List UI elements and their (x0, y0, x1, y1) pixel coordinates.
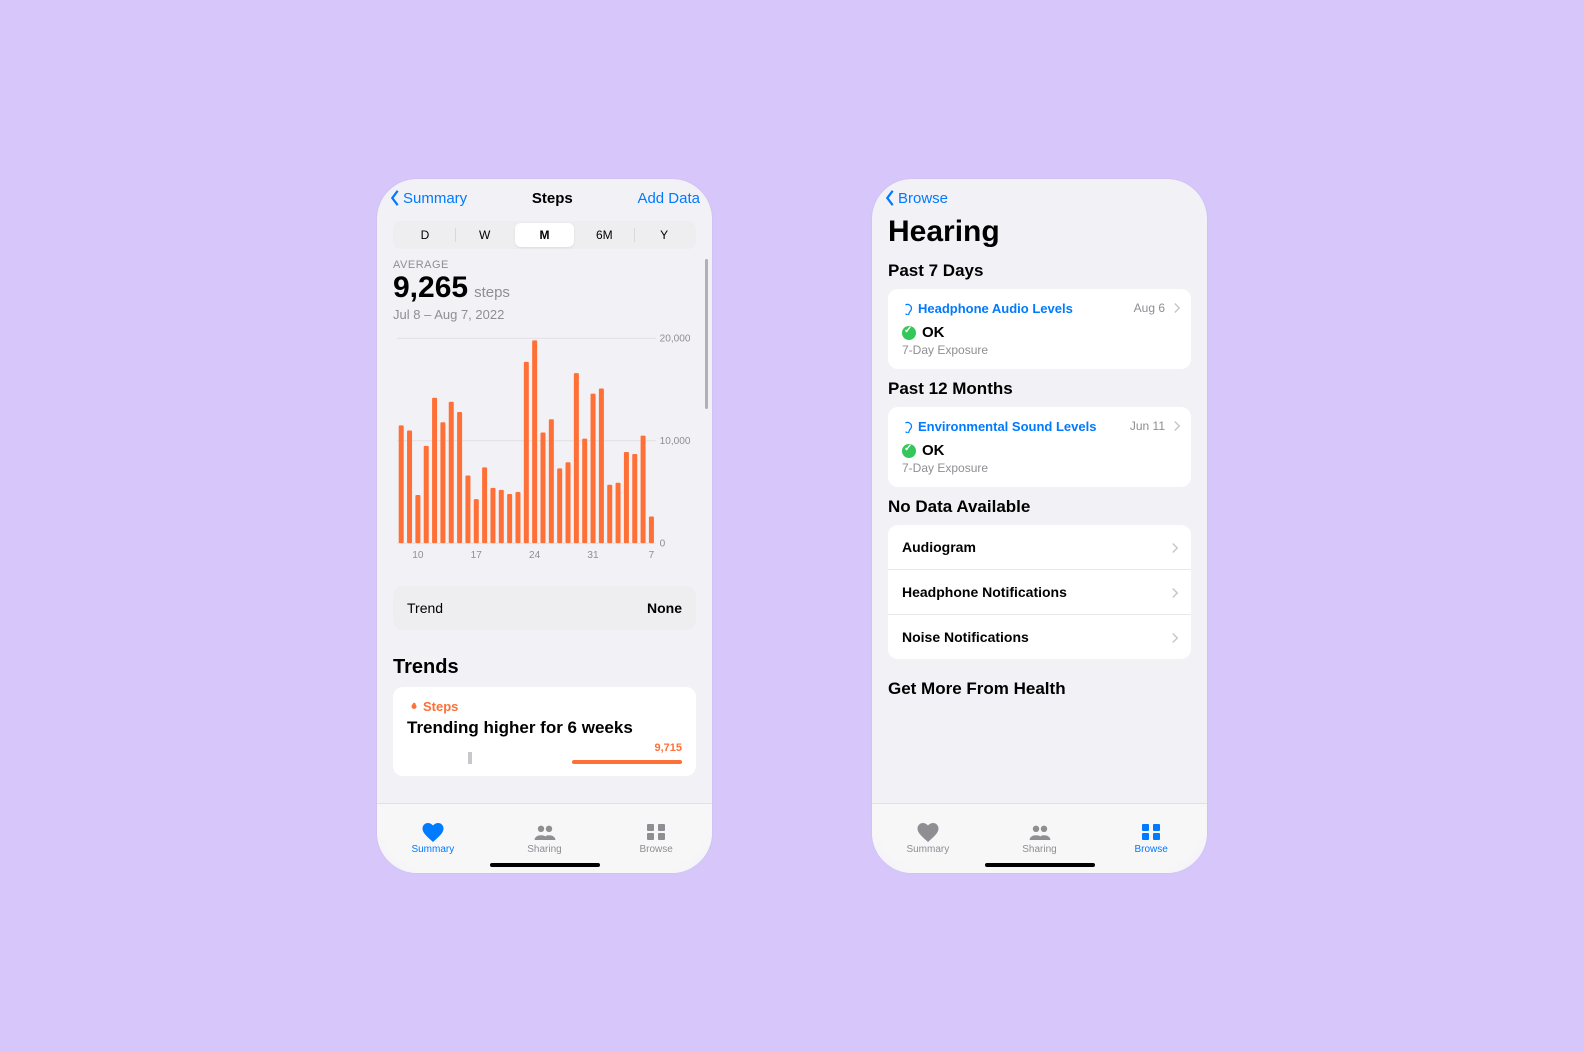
seg-d[interactable]: D (395, 223, 455, 247)
tab-browse[interactable]: Browse (1095, 804, 1207, 873)
navbar-hearing: Browse (872, 179, 1207, 211)
grid-icon (1139, 822, 1163, 842)
checkmark-icon (902, 444, 916, 458)
trend-row-label: Trend (407, 600, 443, 616)
seg-y[interactable]: Y (634, 223, 694, 247)
phone-hearing: Browse Hearing Past 7 Days Headphone Aud… (872, 179, 1207, 873)
average-value: 9,265 steps (393, 271, 696, 305)
trend-card[interactable]: Steps Trending higher for 6 weeks 9,715 (393, 687, 696, 776)
trend-row-value: None (647, 600, 682, 616)
steps-bar-chart[interactable]: 0 10,000 20,000 10 17 24 31 7 (393, 332, 696, 562)
chevron-right-icon (1173, 419, 1181, 431)
grid-icon (644, 822, 668, 842)
card-date: Jun 11 (1130, 419, 1165, 433)
add-data-button[interactable]: Add Data (637, 190, 700, 207)
section-no-data: No Data Available (888, 497, 1191, 517)
checkmark-icon (902, 326, 916, 340)
ear-icon (902, 303, 914, 315)
phone-steps: Summary Steps Add Data D W M 6M Y AVERAG… (377, 179, 712, 873)
section-past-12: Past 12 Months (888, 379, 1191, 399)
tab-summary[interactable]: Summary (377, 804, 489, 873)
back-button-summary[interactable]: Summary (389, 189, 467, 207)
tab-browse[interactable]: Browse (600, 804, 712, 873)
average-label: AVERAGE (393, 259, 696, 271)
list-item-noise-notifications[interactable]: Noise Notifications (888, 615, 1191, 659)
section-past-7: Past 7 Days (888, 261, 1191, 281)
no-data-list: Audiogram Headphone Notifications Noise … (888, 525, 1191, 659)
headphone-audio-levels-card[interactable]: Headphone Audio Levels Aug 6 OK 7-Day Ex… (888, 289, 1191, 369)
date-range: Jul 8 – Aug 7, 2022 (393, 307, 696, 322)
status-ok: OK (902, 442, 1177, 459)
average-number: 9,265 (393, 271, 468, 305)
svg-text:24: 24 (529, 550, 541, 561)
svg-text:10,000: 10,000 (660, 436, 691, 447)
page-title-hearing: Hearing (888, 215, 1191, 249)
back-label: Summary (403, 190, 467, 207)
svg-text:31: 31 (587, 550, 599, 561)
nav-title: Steps (532, 190, 573, 207)
seg-m[interactable]: M (515, 223, 575, 247)
svg-text:20,000: 20,000 (660, 333, 691, 344)
status-ok: OK (902, 324, 1177, 341)
svg-text:0: 0 (660, 538, 666, 549)
home-indicator[interactable] (985, 863, 1095, 867)
navbar-steps: Summary Steps Add Data (377, 179, 712, 211)
chevron-right-icon (1171, 631, 1179, 643)
card-subtext: 7-Day Exposure (902, 343, 1177, 357)
seg-w[interactable]: W (455, 223, 515, 247)
back-button-browse[interactable]: Browse (884, 189, 948, 207)
svg-text:7: 7 (649, 550, 655, 561)
scrollbar[interactable] (705, 259, 708, 409)
trend-card-headline: Trending higher for 6 weeks (407, 718, 682, 738)
section-get-more: Get More From Health (888, 679, 1191, 699)
time-range-segmented-control: D W M 6M Y (393, 221, 696, 249)
environmental-sound-levels-card[interactable]: Environmental Sound Levels Jun 11 OK 7-D… (888, 407, 1191, 487)
ear-icon (902, 421, 914, 433)
svg-text:17: 17 (471, 550, 483, 561)
chevron-right-icon (1173, 301, 1181, 313)
chevron-left-icon (884, 189, 896, 207)
chevron-right-icon (1171, 586, 1179, 598)
chevron-right-icon (1171, 541, 1179, 553)
chevron-left-icon (389, 189, 401, 207)
tab-summary[interactable]: Summary (872, 804, 984, 873)
home-indicator[interactable] (490, 863, 600, 867)
flame-icon (407, 701, 419, 713)
average-unit: steps (474, 284, 510, 301)
trend-mini-value: 9,715 (654, 742, 682, 754)
back-label: Browse (898, 190, 948, 207)
seg-6m[interactable]: 6M (574, 223, 634, 247)
trend-card-mini-chart: 9,715 (407, 744, 682, 764)
list-item-headphone-notifications[interactable]: Headphone Notifications (888, 570, 1191, 615)
heart-icon (421, 822, 445, 842)
trends-heading: Trends (393, 656, 696, 679)
trend-card-category: Steps (407, 699, 682, 714)
trend-row[interactable]: Trend None (393, 586, 696, 630)
card-subtext: 7-Day Exposure (902, 461, 1177, 475)
heart-icon (916, 822, 940, 842)
list-item-audiogram[interactable]: Audiogram (888, 525, 1191, 570)
people-icon (533, 822, 557, 842)
card-date: Aug 6 (1134, 301, 1165, 315)
people-icon (1028, 822, 1052, 842)
svg-text:10: 10 (412, 550, 424, 561)
